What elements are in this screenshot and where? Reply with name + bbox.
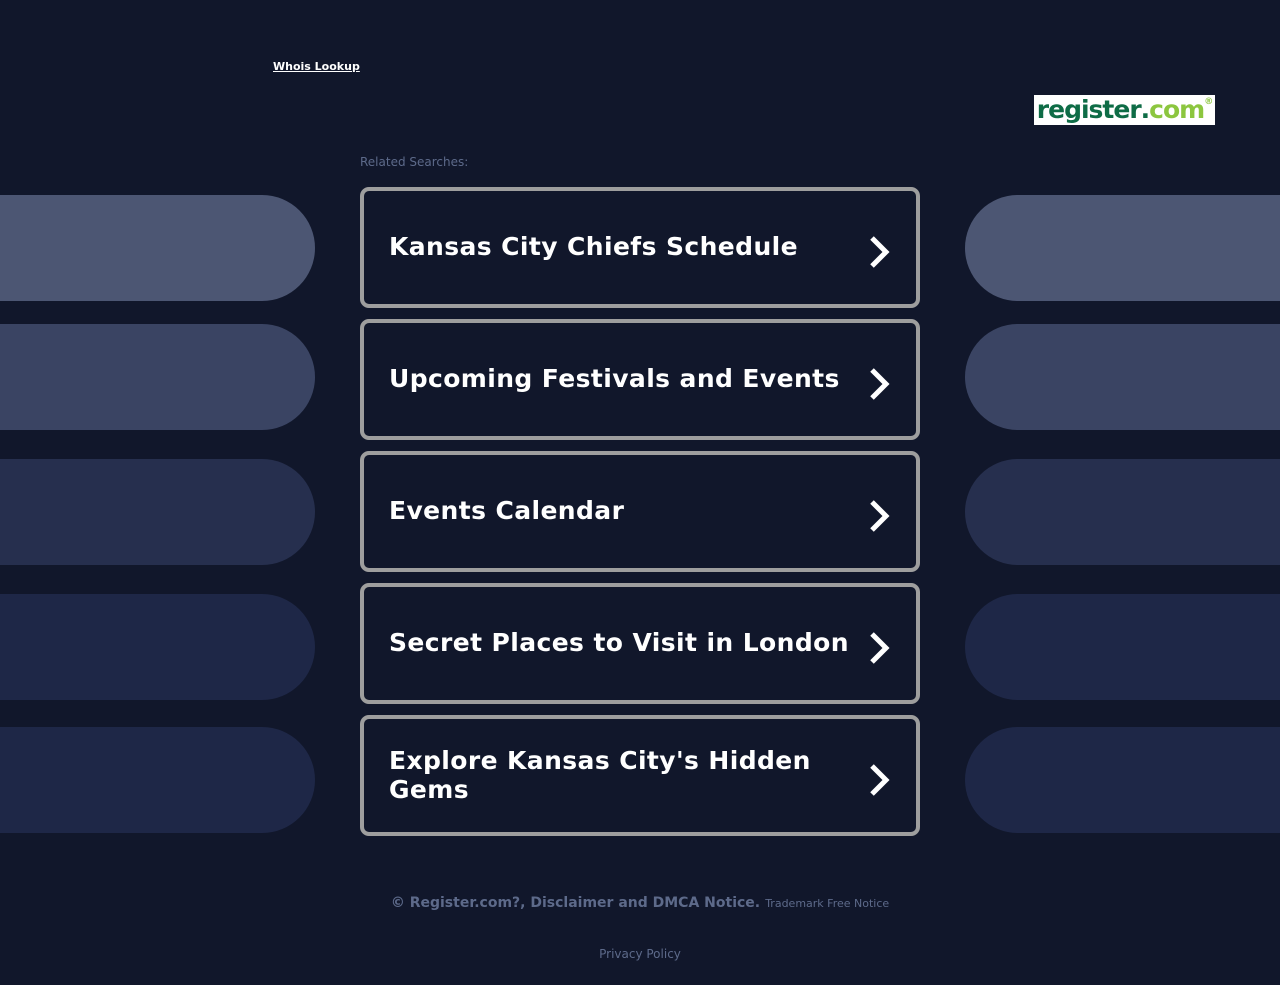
decorative-pill-right (965, 459, 1280, 565)
decorative-pill-left (0, 459, 315, 565)
logo-tld-text: com (1149, 95, 1205, 124)
decorative-pill-left (0, 324, 315, 430)
decorative-pill-left (0, 594, 315, 700)
logo-main-text: register (1036, 95, 1142, 124)
chevron-right-icon (870, 235, 890, 268)
related-search-label: Events Calendar (389, 496, 625, 525)
decorative-pill-right (965, 195, 1280, 301)
related-search-link-1[interactable]: Kansas City Chiefs Schedule (360, 187, 920, 308)
register-com-logo[interactable]: register. com ® (1034, 95, 1215, 125)
decorative-pill-left (0, 195, 315, 301)
logo-registered-mark: ® (1204, 97, 1213, 107)
decorative-pill-right (965, 324, 1280, 430)
decorative-pill-right (965, 594, 1280, 700)
related-search-link-3[interactable]: Events Calendar (360, 451, 920, 572)
logo-dot-text: . (1140, 95, 1150, 124)
chevron-right-icon (870, 763, 890, 796)
related-search-link-5[interactable]: Explore Kansas City's Hidden Gems (360, 715, 920, 836)
footer-notice: © Register.com?, Disclaimer and DMCA Not… (0, 892, 1280, 911)
chevron-right-icon (870, 631, 890, 664)
related-search-label: Explore Kansas City's Hidden Gems (389, 745, 811, 804)
related-search-label: Upcoming Festivals and Events (389, 364, 840, 393)
related-search-link-4[interactable]: Secret Places to Visit in London (360, 583, 920, 704)
trademark-free-notice-link[interactable]: Trademark Free Notice (765, 897, 889, 910)
chevron-right-icon (870, 499, 890, 532)
decorative-pill-left (0, 727, 315, 833)
whois-lookup-link[interactable]: Whois Lookup (273, 60, 360, 73)
related-search-label: Kansas City Chiefs Schedule (389, 232, 798, 261)
chevron-right-icon (870, 367, 890, 400)
related-search-link-2[interactable]: Upcoming Festivals and Events (360, 319, 920, 440)
decorative-pill-right (965, 727, 1280, 833)
related-search-label: Secret Places to Visit in London (389, 628, 849, 657)
privacy-policy-link[interactable]: Privacy Policy (0, 947, 1280, 961)
page: Whois Lookup register. com ® Related Searc… (0, 0, 1280, 985)
copyright-disclaimer-text[interactable]: © Register.com?, Disclaimer and DMCA Not… (391, 895, 760, 911)
related-searches-label: Related Searches: (360, 155, 469, 169)
